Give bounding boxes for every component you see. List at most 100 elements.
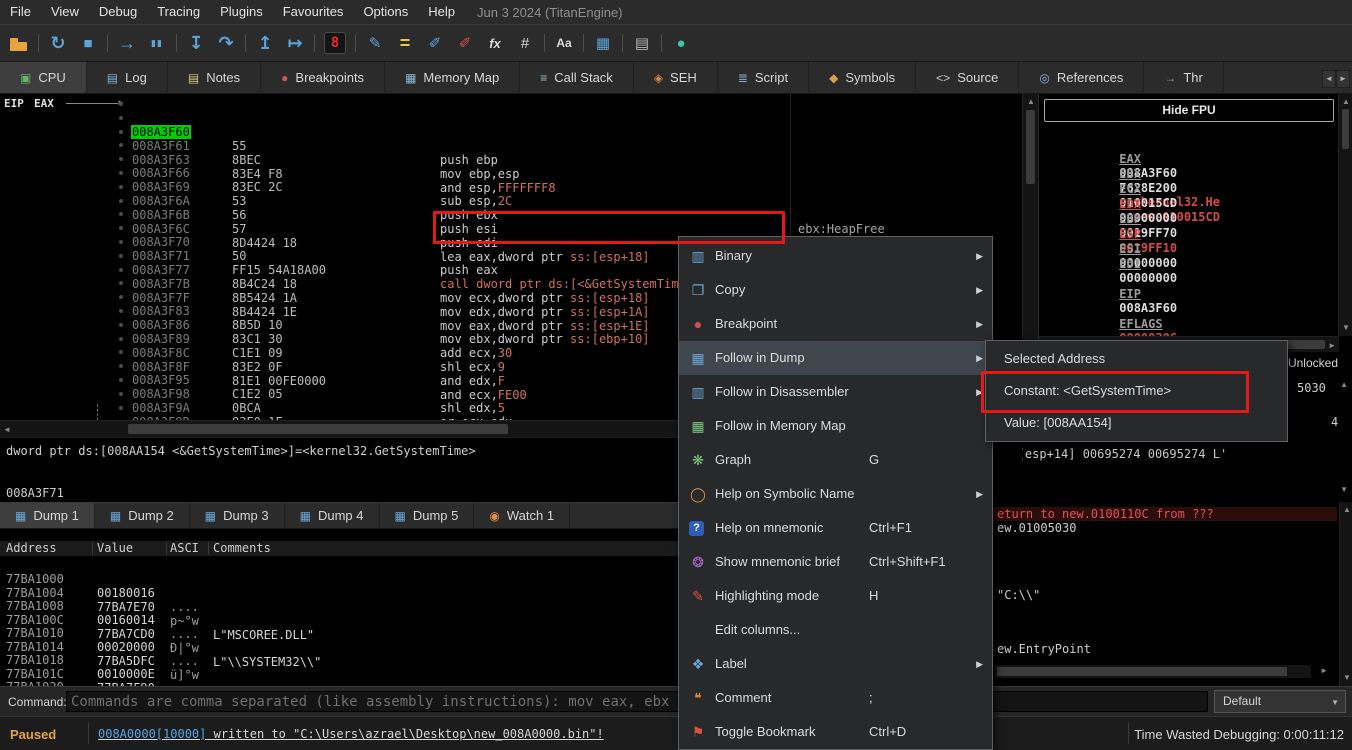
- dump-tab-5[interactable]: ▦ Dump 5: [380, 503, 475, 528]
- menu-plugins[interactable]: Plugins: [210, 0, 273, 24]
- step-over-icon[interactable]: ↷: [211, 29, 241, 57]
- menu-item-breakpoint[interactable]: ● Breakpoint ▶: [679, 307, 992, 341]
- toolbar-separator[interactable]: [579, 29, 588, 57]
- tab-references[interactable]: ◎ References: [1019, 62, 1144, 93]
- menu-options[interactable]: Options: [353, 0, 418, 24]
- breakpoint-dot[interactable]: [119, 185, 123, 189]
- calculator-icon[interactable]: #: [510, 29, 540, 57]
- toolbar-separator[interactable]: [241, 29, 250, 57]
- toolbar-separator[interactable]: [351, 29, 360, 57]
- breakpoint-dot[interactable]: [119, 406, 123, 410]
- scrollbar-thumb[interactable]: [1342, 109, 1349, 149]
- preferences-icon[interactable]: ●: [666, 29, 696, 57]
- scroll-up-icon[interactable]: ▲: [1340, 380, 1348, 390]
- breakpoint-dot[interactable]: [119, 143, 123, 147]
- breakpoint-dot[interactable]: [119, 268, 123, 272]
- tab-source[interactable]: <> Source: [916, 62, 1019, 93]
- breakpoint-dot[interactable]: [119, 364, 123, 368]
- step-out-icon[interactable]: ↦: [280, 29, 310, 57]
- disassembly-row[interactable]: 008A3F71 FF15 54A18A00 call dword ptr ds…: [0, 221, 1022, 235]
- stack-row[interactable]: [991, 534, 1337, 548]
- font-icon[interactable]: Aa: [549, 29, 579, 57]
- stack-row[interactable]: [991, 575, 1337, 589]
- breakpoint-dot[interactable]: [119, 254, 123, 258]
- address-link[interactable]: 008A0000[10000]: [98, 727, 206, 741]
- pause-icon[interactable]: ▮▮: [142, 29, 172, 57]
- run-icon[interactable]: →: [112, 29, 142, 57]
- scrollbar-thumb[interactable]: [997, 667, 1287, 676]
- menu-help[interactable]: Help: [418, 0, 465, 24]
- patch-icon[interactable]: =: [390, 29, 420, 57]
- menu-item-help-on-symbolic-name[interactable]: ◯ Help on Symbolic Name ▶: [679, 477, 992, 511]
- tab-seh[interactable]: ◈ SEH: [634, 62, 718, 93]
- menu-item-graph[interactable]: ❋ Graph G: [679, 443, 992, 477]
- tab-symbols[interactable]: ◆ Symbols: [809, 62, 916, 93]
- scroll-left-icon[interactable]: ◄: [3, 425, 11, 435]
- restart-icon[interactable]: ↻: [43, 29, 73, 57]
- highlight-icon[interactable]: ✐: [450, 29, 480, 57]
- breakpoint-dot[interactable]: [119, 295, 123, 299]
- menu-file[interactable]: File: [0, 0, 41, 24]
- tab-scroll-right-icon[interactable]: ►: [1336, 70, 1350, 88]
- fx-icon[interactable]: fx: [480, 29, 510, 57]
- menu-item-label[interactable]: ❖ Label ▶: [679, 647, 992, 681]
- menu-tracing[interactable]: Tracing: [147, 0, 210, 24]
- breakpoint-dot[interactable]: [119, 281, 123, 285]
- breakpoint-dot[interactable]: [119, 240, 123, 244]
- memory-table-icon[interactable]: ▤: [627, 29, 657, 57]
- breakpoint-dot[interactable]: [119, 309, 123, 313]
- menu-item-copy[interactable]: ❐ Copy ▶: [679, 273, 992, 307]
- breakpoint-dot[interactable]: [119, 392, 123, 396]
- stop-icon[interactable]: ■: [73, 29, 103, 57]
- breakpoint-dot[interactable]: [119, 116, 123, 120]
- menu-favourites[interactable]: Favourites: [273, 0, 354, 24]
- stack-row[interactable]: "C:\\": [991, 588, 1337, 602]
- submenu-item-constant-getsystemtime[interactable]: Constant: <GetSystemTime>: [986, 375, 1287, 407]
- goto-icon[interactable]: ▦: [588, 29, 618, 57]
- menu-item-comment[interactable]: ❝ Comment ;: [679, 681, 992, 715]
- stack-row[interactable]: [991, 615, 1337, 629]
- breakpoint-dot[interactable]: [119, 212, 123, 216]
- toolbar-separator[interactable]: [540, 29, 549, 57]
- command-input[interactable]: [66, 691, 1208, 712]
- disassembly-row[interactable]: 008A3F6C 8D4424 18 lea eax,dword ptr ss:…: [0, 194, 1022, 208]
- disassembly-row[interactable]: 008A3F66 83EC 2C sub esp,2C: [0, 138, 1022, 152]
- scrollbar-thumb[interactable]: [1026, 110, 1035, 184]
- menu-item-binary[interactable]: ▥ Binary ▶: [679, 239, 992, 273]
- tab-threads[interactable]: → Thr: [1144, 62, 1224, 93]
- watch-tab-1[interactable]: ◉ Watch 1: [474, 503, 570, 528]
- scroll-up-icon[interactable]: ▲: [1027, 97, 1035, 107]
- toolbar-separator[interactable]: [103, 29, 112, 57]
- disassembly-row[interactable]: 008A3F61 8BEC mov ebp,esp: [0, 111, 1022, 125]
- breakpoint-dot[interactable]: [119, 171, 123, 175]
- scrollbar-thumb[interactable]: [128, 424, 508, 434]
- scroll-down-icon[interactable]: ▼: [1340, 485, 1348, 495]
- command-profile-select[interactable]: Default ▼: [1214, 690, 1346, 713]
- submenu-item-selected-address[interactable]: Selected Address: [986, 343, 1287, 375]
- menu-view[interactable]: View: [41, 0, 89, 24]
- breakpoint-dot[interactable]: [119, 130, 123, 134]
- tab-cpu[interactable]: ▣ CPU: [0, 62, 87, 93]
- dump-tab-4[interactable]: ▦ Dump 4: [285, 503, 380, 528]
- dump-tab-2[interactable]: ▦ Dump 2: [95, 503, 190, 528]
- tab-call-stack[interactable]: ≡ Call Stack: [520, 62, 634, 93]
- stack-row[interactable]: ew.01005030: [991, 521, 1337, 535]
- run-to-user-code-icon[interactable]: ↥: [250, 29, 280, 57]
- breakpoint-dot[interactable]: [119, 378, 123, 382]
- tab-script[interactable]: ≣ Script: [718, 62, 809, 93]
- switch-view-icon[interactable]: 8: [324, 32, 346, 54]
- disassembly-row[interactable]: 008A3F6A 56 push esi: [0, 166, 1022, 180]
- submenu-item-value-008aa154[interactable]: Value: [008AA154]: [986, 407, 1287, 439]
- breakpoint-dot[interactable]: [119, 157, 123, 161]
- stack-vscrollbar[interactable]: ▲ ▼: [1339, 502, 1352, 686]
- disassembly-row[interactable]: 008A3F63 83E4 F8 and esp,FFFFFFF8: [0, 125, 1022, 139]
- toolbar-separator[interactable]: [34, 29, 43, 57]
- menu-item-show-mnemonic-brief[interactable]: ❂ Show mnemonic brief Ctrl+Shift+F1: [679, 545, 992, 579]
- scroll-right-icon[interactable]: ►: [1320, 666, 1328, 676]
- menu-item-edit-columns[interactable]: Edit columns...: [679, 613, 992, 647]
- stack-row[interactable]: ew.EntryPoint: [991, 642, 1337, 656]
- scroll-down-icon[interactable]: ▼: [1342, 323, 1350, 333]
- stack-pane[interactable]: eturn to new.0100110C from ???ew.0100503…: [990, 502, 1352, 686]
- disassembly-row[interactable]: 008A3F69 53 push ebx ebx:HeapFree: [0, 152, 1022, 166]
- unlocked-button[interactable]: Unlocked: [1288, 356, 1338, 370]
